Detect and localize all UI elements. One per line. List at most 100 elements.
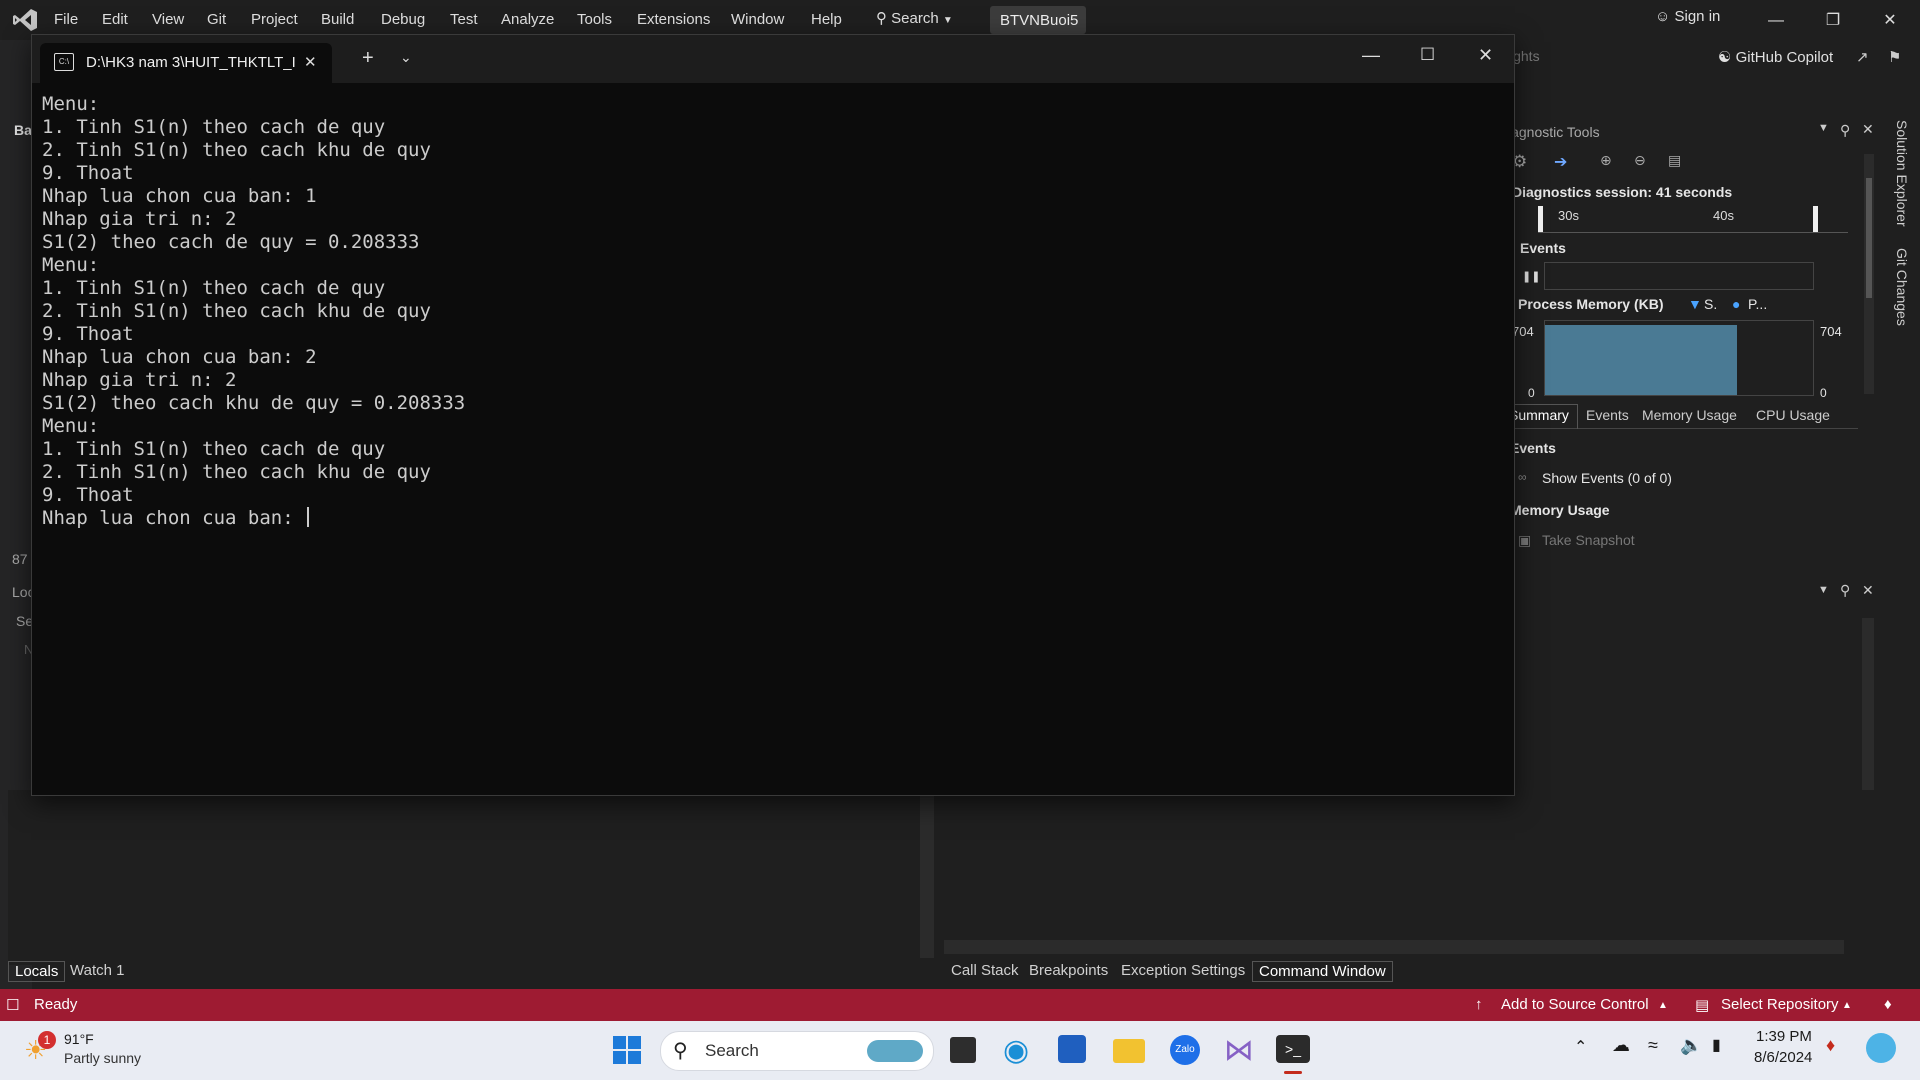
clock-date[interactable]: 8/6/2024 [1754,1049,1812,1066]
tray-chevron-up-icon[interactable]: ⌃ [1574,1037,1587,1057]
diag-scrollbar[interactable] [1864,154,1874,394]
volume-icon[interactable]: 🔈 [1680,1035,1702,1056]
tab-close-icon[interactable]: ✕ [304,53,317,71]
cmd-icon: C:\ [54,53,74,71]
terminal-window[interactable]: C:\ D:\HK3 nam 3\HUIT_THKTLT_I ✕ + ⌄ — ☐… [31,34,1515,796]
git-changes-tab[interactable]: Git Changes [1894,248,1910,326]
task-view-icon[interactable] [950,1037,976,1063]
zalo-icon[interactable]: Zalo [1170,1035,1200,1065]
menu-tools[interactable]: Tools [577,11,612,28]
file-explorer-icon[interactable] [1113,1039,1145,1063]
timeline-ruler[interactable]: 30s 40s [1538,206,1848,233]
locals-scrollbar[interactable] [920,790,934,958]
export-icon[interactable]: ➔ [1554,152,1567,172]
feedback-icon[interactable]: ⚑ [1888,48,1901,66]
zoom-out-icon[interactable]: ⊖ [1634,152,1646,169]
github-copilot-button[interactable]: ☯ GitHub Copilot [1718,48,1833,66]
copilot-taskbar-icon[interactable] [1866,1033,1896,1063]
terminal-line: 9. Thoat [42,484,134,506]
solution-name: BTVNBuoi5 [1000,12,1079,29]
terminal-line: Nhap gia tri n: 2 [42,208,237,230]
tab-dropdown-icon[interactable]: ⌄ [400,49,412,66]
menu-view[interactable]: View [152,11,184,28]
pin-icon[interactable]: ⚲ [1840,122,1850,139]
taskbar-search-box[interactable]: ⚲ Search [660,1031,934,1071]
terminal-tab[interactable]: C:\ D:\HK3 nam 3\HUIT_THKTLT_I ✕ [40,43,332,83]
terminal-active-indicator [1284,1071,1302,1074]
lower-pin-icon[interactable]: ⚲ [1840,582,1850,599]
onedrive-icon[interactable]: ☁ [1612,1035,1630,1056]
tab-cpu-usage[interactable]: CPU Usage [1756,407,1830,423]
menu-build[interactable]: Build [321,11,354,28]
weather-widget[interactable]: ☀ 1 [24,1031,58,1065]
menu-project[interactable]: Project [251,11,298,28]
chart-icon[interactable]: ▤ [1668,152,1681,169]
tab-watch-1[interactable]: Watch 1 [70,962,124,979]
vs-search-button[interactable]: ⚲ Search ▼ [876,9,953,27]
new-tab-button[interactable]: + [362,47,374,70]
show-events-link[interactable]: Show Events (0 of 0) [1542,470,1672,486]
solution-name-badge[interactable]: BTVNBuoi5 [990,6,1086,34]
terminal-line: 2. Tinh S1(n) theo cach khu de quy [42,461,431,483]
command-hscrollbar[interactable] [944,940,1844,954]
menu-git[interactable]: Git [207,11,226,28]
panel-close-icon[interactable]: ✕ [1862,121,1874,138]
sign-in-label: Sign in [1674,8,1721,25]
lower-panel-dropdown-icon[interactable]: ▼ [1818,584,1829,596]
menu-file[interactable]: File [54,11,78,28]
store-icon[interactable] [1058,1035,1086,1063]
menu-window[interactable]: Window [731,11,784,28]
share-icon[interactable]: ↗ [1856,48,1869,66]
terminal-titlebar[interactable]: C:\ D:\HK3 nam 3\HUIT_THKTLT_I ✕ + ⌄ — ☐… [32,35,1514,83]
lower-panel-close-icon[interactable]: ✕ [1862,582,1874,599]
status-ready: Ready [34,996,78,1013]
tab-call-stack[interactable]: Call Stack [951,962,1019,979]
notification-bell-icon[interactable]: ♦ [1826,1035,1835,1056]
start-button[interactable] [612,1035,642,1065]
select-repository[interactable]: Select Repository [1721,996,1839,1013]
tab-events[interactable]: Events [1586,407,1629,423]
battery-icon[interactable]: ▮ [1712,1035,1721,1055]
timeline-start-handle[interactable] [1538,206,1543,232]
tab-command-window[interactable]: Command Window [1252,961,1393,982]
solution-explorer-tab[interactable]: Solution Explorer [1894,120,1910,227]
wifi-icon[interactable]: ≈ [1648,1035,1658,1056]
status-notification-icon: ☐ [6,997,20,1014]
vs-restore-button[interactable]: ❐ [1813,8,1853,34]
terminal-line: 2. Tinh S1(n) theo cach khu de quy [42,139,431,161]
take-snapshot-button[interactable]: Take Snapshot [1542,532,1635,548]
terminal-line: 2. Tinh S1(n) theo cach khu de quy [42,300,431,322]
vs-close-button[interactable]: ✕ [1870,8,1910,34]
tab-summary[interactable]: Summary [1508,404,1578,429]
menu-help[interactable]: Help [811,11,842,28]
terminal-close-button[interactable]: ✕ [1478,45,1493,66]
menu-edit[interactable]: Edit [102,11,128,28]
panel-dropdown-icon[interactable]: ▼ [1818,122,1829,134]
menu-debug[interactable]: Debug [381,11,425,28]
clock-time[interactable]: 1:39 PM [1756,1028,1812,1045]
vs-minimize-button[interactable]: — [1756,8,1796,34]
menu-extensions[interactable]: Extensions [637,11,710,28]
diag-scroll-thumb[interactable] [1866,178,1872,298]
pause-icon[interactable]: ❚❚ [1522,270,1540,283]
menu-analyze[interactable]: Analyze [501,11,554,28]
terminal-minimize-button[interactable]: — [1362,45,1380,66]
tab-locals[interactable]: Locals [8,961,66,982]
edge-icon[interactable]: ◉ [1003,1033,1029,1068]
notifications-bell-icon[interactable]: ♦ [1884,996,1892,1013]
text-cursor [307,507,310,527]
timeline-end-handle[interactable] [1813,206,1818,232]
weather-temp: 91°F [64,1031,94,1047]
tab-memory-usage[interactable]: Memory Usage [1642,407,1737,423]
add-to-source-control[interactable]: Add to Source Control [1501,996,1649,1013]
tab-breakpoints[interactable]: Breakpoints [1029,962,1108,979]
terminal-maximize-button[interactable]: ☐ [1420,45,1435,65]
zoom-in-icon[interactable]: ⊕ [1600,152,1612,169]
terminal-output[interactable]: Menu: 1. Tinh S1(n) theo cach de quy 2. Ti… [42,93,1502,783]
menu-test[interactable]: Test [450,11,478,28]
terminal-taskbar-icon[interactable]: >_ [1276,1035,1310,1063]
visual-studio-taskbar-icon[interactable]: ⋈ [1224,1033,1254,1068]
sign-in-button[interactable]: ☺ Sign in [1655,8,1720,25]
tab-exception-settings[interactable]: Exception Settings [1121,962,1245,979]
visual-studio-logo-icon[interactable] [12,8,38,32]
